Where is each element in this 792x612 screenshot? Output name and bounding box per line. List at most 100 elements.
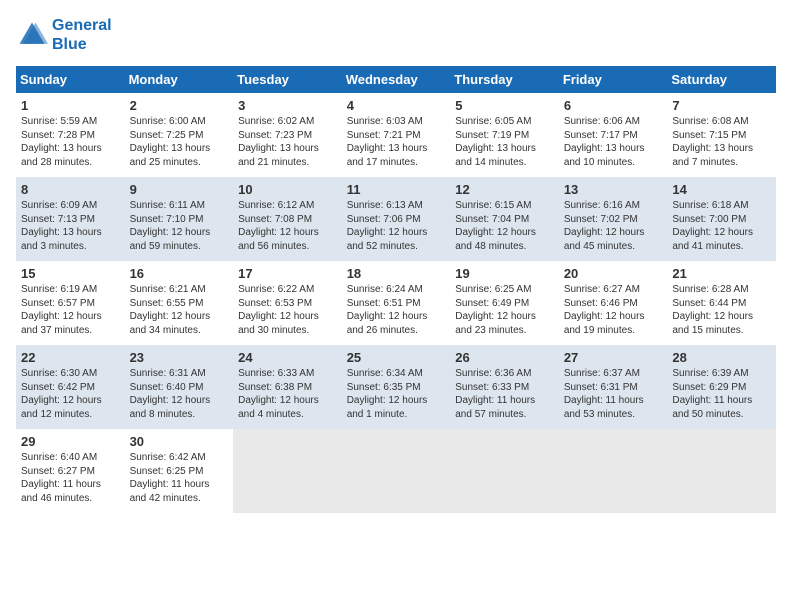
calendar-table: SundayMondayTuesdayWednesdayThursdayFrid… <box>16 66 776 513</box>
day-info: Sunrise: 6:13 AM Sunset: 7:06 PM Dayligh… <box>347 199 446 253</box>
calendar-cell: 23 Sunrise: 6:31 AM Sunset: 6:40 PM Dayli… <box>125 345 234 429</box>
calendar-cell: 17 Sunrise: 6:22 AM Sunset: 6:53 PM Dayli… <box>233 261 342 345</box>
calendar-cell <box>233 429 342 513</box>
week-row-5: 29 Sunrise: 6:40 AM Sunset: 6:27 PM Dayli… <box>16 429 776 513</box>
day-number: 3 <box>238 98 337 113</box>
calendar-cell: 2 Sunrise: 6:00 AM Sunset: 7:25 PM Daylig… <box>125 93 234 177</box>
calendar-cell <box>342 429 451 513</box>
day-number: 27 <box>564 350 663 365</box>
day-info: Sunrise: 6:16 AM Sunset: 7:02 PM Dayligh… <box>564 199 663 253</box>
calendar-cell: 27 Sunrise: 6:37 AM Sunset: 6:31 PM Dayli… <box>559 345 668 429</box>
calendar-cell: 8 Sunrise: 6:09 AM Sunset: 7:13 PM Daylig… <box>16 177 125 261</box>
calendar-cell: 25 Sunrise: 6:34 AM Sunset: 6:35 PM Dayli… <box>342 345 451 429</box>
calendar-cell: 7 Sunrise: 6:08 AM Sunset: 7:15 PM Daylig… <box>667 93 776 177</box>
col-header-friday: Friday <box>559 66 668 93</box>
calendar-cell: 19 Sunrise: 6:25 AM Sunset: 6:49 PM Dayli… <box>450 261 559 345</box>
day-info: Sunrise: 6:02 AM Sunset: 7:23 PM Dayligh… <box>238 115 337 169</box>
calendar-cell: 5 Sunrise: 6:05 AM Sunset: 7:19 PM Daylig… <box>450 93 559 177</box>
calendar-cell <box>667 429 776 513</box>
day-number: 29 <box>21 434 120 449</box>
day-info: Sunrise: 6:28 AM Sunset: 6:44 PM Dayligh… <box>672 283 771 337</box>
day-info: Sunrise: 6:25 AM Sunset: 6:49 PM Dayligh… <box>455 283 554 337</box>
day-info: Sunrise: 6:27 AM Sunset: 6:46 PM Dayligh… <box>564 283 663 337</box>
day-info: Sunrise: 6:05 AM Sunset: 7:19 PM Dayligh… <box>455 115 554 169</box>
day-info: Sunrise: 6:06 AM Sunset: 7:17 PM Dayligh… <box>564 115 663 169</box>
col-header-tuesday: Tuesday <box>233 66 342 93</box>
calendar-cell: 28Sunrise: 6:39 AM Sunset: 6:29 PM Dayli… <box>667 345 776 429</box>
calendar-cell: 24 Sunrise: 6:33 AM Sunset: 6:38 PM Dayli… <box>233 345 342 429</box>
day-info: Sunrise: 6:08 AM Sunset: 7:15 PM Dayligh… <box>672 115 771 169</box>
calendar-cell <box>450 429 559 513</box>
week-row-3: 15Sunrise: 6:19 AM Sunset: 6:57 PM Dayli… <box>16 261 776 345</box>
day-number: 4 <box>347 98 446 113</box>
day-number: 11 <box>347 182 446 197</box>
day-info: Sunrise: 6:12 AM Sunset: 7:08 PM Dayligh… <box>238 199 337 253</box>
day-number: 26 <box>455 350 554 365</box>
day-number: 6 <box>564 98 663 113</box>
calendar-cell: 18Sunrise: 6:24 AM Sunset: 6:51 PM Dayli… <box>342 261 451 345</box>
col-header-monday: Monday <box>125 66 234 93</box>
calendar-cell <box>559 429 668 513</box>
day-info: Sunrise: 6:11 AM Sunset: 7:10 PM Dayligh… <box>130 199 229 253</box>
day-number: 28 <box>672 350 771 365</box>
calendar-cell: 22Sunrise: 6:30 AM Sunset: 6:42 PM Dayli… <box>16 345 125 429</box>
day-info: Sunrise: 5:59 AM Sunset: 7:28 PM Dayligh… <box>21 115 120 169</box>
day-number: 17 <box>238 266 337 281</box>
day-number: 20 <box>564 266 663 281</box>
day-number: 7 <box>672 98 771 113</box>
calendar-cell: 12Sunrise: 6:15 AM Sunset: 7:04 PM Dayli… <box>450 177 559 261</box>
calendar-cell: 4Sunrise: 6:03 AM Sunset: 7:21 PM Daylig… <box>342 93 451 177</box>
day-number: 1 <box>21 98 120 113</box>
col-header-thursday: Thursday <box>450 66 559 93</box>
week-row-4: 22Sunrise: 6:30 AM Sunset: 6:42 PM Dayli… <box>16 345 776 429</box>
day-number: 16 <box>130 266 229 281</box>
day-info: Sunrise: 6:34 AM Sunset: 6:35 PM Dayligh… <box>347 367 446 421</box>
calendar-cell: 6 Sunrise: 6:06 AM Sunset: 7:17 PM Daylig… <box>559 93 668 177</box>
day-number: 8 <box>21 182 120 197</box>
day-info: Sunrise: 6:00 AM Sunset: 7:25 PM Dayligh… <box>130 115 229 169</box>
day-info: Sunrise: 6:30 AM Sunset: 6:42 PM Dayligh… <box>21 367 120 421</box>
col-header-saturday: Saturday <box>667 66 776 93</box>
day-info: Sunrise: 6:24 AM Sunset: 6:51 PM Dayligh… <box>347 283 446 337</box>
day-info: Sunrise: 6:15 AM Sunset: 7:04 PM Dayligh… <box>455 199 554 253</box>
calendar-cell: 16 Sunrise: 6:21 AM Sunset: 6:55 PM Dayli… <box>125 261 234 345</box>
logo-icon <box>16 19 48 51</box>
day-number: 14 <box>672 182 771 197</box>
calendar-cell: 14 Sunrise: 6:18 AM Sunset: 7:00 PM Dayli… <box>667 177 776 261</box>
week-row-1: 1 Sunrise: 5:59 AM Sunset: 7:28 PM Daylig… <box>16 93 776 177</box>
day-number: 24 <box>238 350 337 365</box>
calendar-cell: 9 Sunrise: 6:11 AM Sunset: 7:10 PM Daylig… <box>125 177 234 261</box>
page-header: General Blue <box>16 16 776 54</box>
day-info: Sunrise: 6:40 AM Sunset: 6:27 PM Dayligh… <box>21 451 120 505</box>
day-info: Sunrise: 6:18 AM Sunset: 7:00 PM Dayligh… <box>672 199 771 253</box>
day-info: Sunrise: 6:21 AM Sunset: 6:55 PM Dayligh… <box>130 283 229 337</box>
day-info: Sunrise: 6:09 AM Sunset: 7:13 PM Dayligh… <box>21 199 120 253</box>
day-info: Sunrise: 6:37 AM Sunset: 6:31 PM Dayligh… <box>564 367 663 421</box>
day-number: 19 <box>455 266 554 281</box>
calendar-cell: 3 Sunrise: 6:02 AM Sunset: 7:23 PM Daylig… <box>233 93 342 177</box>
day-info: Sunrise: 6:22 AM Sunset: 6:53 PM Dayligh… <box>238 283 337 337</box>
day-info: Sunrise: 6:31 AM Sunset: 6:40 PM Dayligh… <box>130 367 229 421</box>
day-info: Sunrise: 6:36 AM Sunset: 6:33 PM Dayligh… <box>455 367 554 421</box>
day-number: 5 <box>455 98 554 113</box>
week-row-2: 8 Sunrise: 6:09 AM Sunset: 7:13 PM Daylig… <box>16 177 776 261</box>
logo: General Blue <box>16 16 112 54</box>
header-row: SundayMondayTuesdayWednesdayThursdayFrid… <box>16 66 776 93</box>
calendar-cell: 30Sunrise: 6:42 AM Sunset: 6:25 PM Dayli… <box>125 429 234 513</box>
day-number: 9 <box>130 182 229 197</box>
day-number: 10 <box>238 182 337 197</box>
calendar-cell: 20 Sunrise: 6:27 AM Sunset: 6:46 PM Dayli… <box>559 261 668 345</box>
calendar-cell: 21 Sunrise: 6:28 AM Sunset: 6:44 PM Dayli… <box>667 261 776 345</box>
day-number: 21 <box>672 266 771 281</box>
col-header-sunday: Sunday <box>16 66 125 93</box>
day-number: 2 <box>130 98 229 113</box>
calendar-cell: 10 Sunrise: 6:12 AM Sunset: 7:08 PM Dayli… <box>233 177 342 261</box>
day-number: 25 <box>347 350 446 365</box>
day-info: Sunrise: 6:19 AM Sunset: 6:57 PM Dayligh… <box>21 283 120 337</box>
day-number: 30 <box>130 434 229 449</box>
day-number: 23 <box>130 350 229 365</box>
calendar-cell: 11 Sunrise: 6:13 AM Sunset: 7:06 PM Dayli… <box>342 177 451 261</box>
day-info: Sunrise: 6:33 AM Sunset: 6:38 PM Dayligh… <box>238 367 337 421</box>
calendar-cell: 26 Sunrise: 6:36 AM Sunset: 6:33 PM Dayli… <box>450 345 559 429</box>
calendar-cell: 13Sunrise: 6:16 AM Sunset: 7:02 PM Dayli… <box>559 177 668 261</box>
